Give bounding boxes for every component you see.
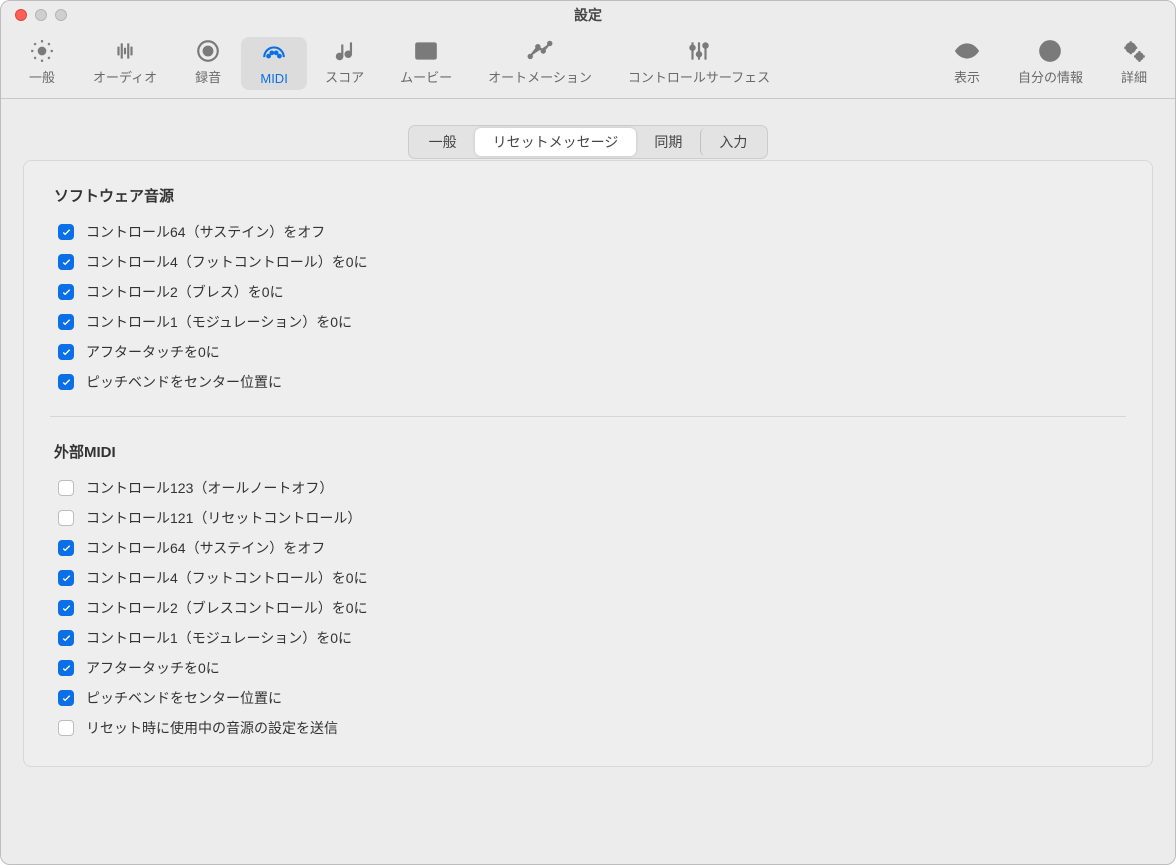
checkbox-label: コントロール2（ブレスコントロール）を0に xyxy=(86,598,368,618)
seg-sync[interactable]: 同期 xyxy=(636,128,700,156)
tab-midi[interactable]: MIDI xyxy=(241,37,307,90)
eye-icon xyxy=(952,39,982,63)
checkbox-label: アフタータッチを0に xyxy=(86,658,220,678)
tab-advanced[interactable]: 詳細 xyxy=(1101,33,1167,90)
check-row: アフタータッチを0に xyxy=(58,342,1122,362)
check-row: コントロール64（サステイン）をオフ xyxy=(58,538,1122,558)
tab-label: 自分の情報 xyxy=(1018,67,1083,86)
external-midi-list: コントロール123（オールノートオフ） コントロール121（リセットコントロール）… xyxy=(54,478,1122,738)
checkbox-label: コントロール123（オールノートオフ） xyxy=(86,478,333,498)
seg-input[interactable]: 入力 xyxy=(700,128,765,156)
waveform-icon xyxy=(110,39,140,63)
check-row: コントロール1（モジュレーション）を0に xyxy=(58,628,1122,648)
gear-icon xyxy=(27,39,57,63)
check-row: コントロール2（ブレス）を0に xyxy=(58,282,1122,302)
traffic-lights xyxy=(15,9,67,21)
record-icon xyxy=(193,39,223,63)
check-row: コントロール4（フットコントロール）を0に xyxy=(58,568,1122,588)
checkbox[interactable] xyxy=(58,720,74,736)
seg-reset-messages[interactable]: リセットメッセージ xyxy=(475,128,637,156)
toolbar: 一般 オーディオ 録音 MIDI スコア xyxy=(1,29,1175,99)
checkbox[interactable] xyxy=(58,540,74,556)
checkbox-label: コントロール4（フットコントロール）を0に xyxy=(86,252,368,272)
user-circle-icon xyxy=(1035,39,1065,63)
tab-label: MIDI xyxy=(260,71,287,86)
seg-general[interactable]: 一般 xyxy=(411,128,475,156)
checkbox[interactable] xyxy=(58,690,74,706)
tab-automation[interactable]: オートメーション xyxy=(470,33,610,90)
tab-label: 表示 xyxy=(954,67,980,86)
tab-general[interactable]: 一般 xyxy=(9,33,75,90)
check-row: コントロール123（オールノートオフ） xyxy=(58,478,1122,498)
tab-score[interactable]: スコア xyxy=(307,33,382,90)
titlebar: 設定 xyxy=(1,1,1175,29)
window-title: 設定 xyxy=(1,5,1175,25)
tab-label: スコア xyxy=(325,67,364,86)
zoom-button[interactable] xyxy=(55,9,67,21)
check-row: コントロール4（フットコントロール）を0に xyxy=(58,252,1122,272)
tab-my-info[interactable]: 自分の情報 xyxy=(1000,33,1101,90)
automation-icon xyxy=(525,39,555,63)
settings-panel: ソフトウェア音源 コントロール64（サステイン）をオフコントロール4（フットコン… xyxy=(23,160,1153,767)
tab-control-surfaces[interactable]: コントロールサーフェス xyxy=(610,33,788,90)
tab-recording[interactable]: 録音 xyxy=(175,33,241,90)
software-instruments-list: コントロール64（サステイン）をオフコントロール4（フットコントロール）を0にコ… xyxy=(54,222,1122,392)
minimize-button[interactable] xyxy=(35,9,47,21)
gears-icon xyxy=(1119,39,1149,63)
checkbox-label: コントロール121（リセットコントロール） xyxy=(86,508,361,528)
tab-label: オーディオ xyxy=(93,67,157,86)
checkbox-label: コントロール1（モジュレーション）を0に xyxy=(86,628,352,648)
tab-label: オートメーション xyxy=(488,67,592,86)
midi-icon xyxy=(259,43,289,67)
checkbox-label: コントロール64（サステイン）をオフ xyxy=(86,222,325,242)
check-row: ピッチベンドをセンター位置に xyxy=(58,372,1122,392)
checkbox-label: コントロール2（ブレス）を0に xyxy=(86,282,284,302)
checkbox[interactable] xyxy=(58,480,74,496)
close-button[interactable] xyxy=(15,9,27,21)
check-row: リセット時に使用中の音源の設定を送信 xyxy=(58,718,1122,738)
checkbox[interactable] xyxy=(58,600,74,616)
tab-label: 一般 xyxy=(29,67,55,86)
checkbox-label: リセット時に使用中の音源の設定を送信 xyxy=(86,718,338,738)
checkbox-label: コントロール64（サステイン）をオフ xyxy=(86,538,325,558)
checkbox-label: コントロール1（モジュレーション）を0に xyxy=(86,312,352,332)
tab-label: 録音 xyxy=(195,67,221,86)
check-row: コントロール121（リセットコントロール） xyxy=(58,508,1122,528)
checkbox-label: ピッチベンドをセンター位置に xyxy=(86,372,282,392)
checkbox[interactable] xyxy=(58,344,74,360)
checkbox[interactable] xyxy=(58,254,74,270)
tab-movie[interactable]: ムービー xyxy=(382,33,470,90)
content-area: 一般 リセットメッセージ 同期 入力 ソフトウェア音源 コントロール64（サステ… xyxy=(1,99,1175,864)
tab-audio[interactable]: オーディオ xyxy=(75,33,175,90)
checkbox-label: アフタータッチを0に xyxy=(86,342,220,362)
checkbox[interactable] xyxy=(58,630,74,646)
notes-icon xyxy=(330,39,360,63)
check-row: ピッチベンドをセンター位置に xyxy=(58,688,1122,708)
check-row: アフタータッチを0に xyxy=(58,658,1122,678)
checkbox[interactable] xyxy=(58,374,74,390)
checkbox[interactable] xyxy=(58,284,74,300)
filmstrip-icon xyxy=(411,39,441,63)
tab-label: 詳細 xyxy=(1121,67,1147,86)
checkbox-label: ピッチベンドをセンター位置に xyxy=(86,688,282,708)
checkbox[interactable] xyxy=(58,570,74,586)
checkbox[interactable] xyxy=(58,510,74,526)
tab-display[interactable]: 表示 xyxy=(934,33,1000,90)
section-title-external-midi: 外部MIDI xyxy=(54,441,1122,462)
checkbox[interactable] xyxy=(58,224,74,240)
check-row: コントロール64（サステイン）をオフ xyxy=(58,222,1122,242)
sliders-icon xyxy=(684,39,714,63)
checkbox-label: コントロール4（フットコントロール）を0に xyxy=(86,568,368,588)
check-row: コントロール2（ブレスコントロール）を0に xyxy=(58,598,1122,618)
separator xyxy=(50,416,1126,417)
checkbox[interactable] xyxy=(58,660,74,676)
section-title-software-instruments: ソフトウェア音源 xyxy=(54,185,1122,206)
tab-label: ムービー xyxy=(400,67,452,86)
preferences-window: 設定 一般 オーディオ 録音 MIDI xyxy=(0,0,1176,865)
segmented-control: 一般 リセットメッセージ 同期 入力 xyxy=(408,125,769,159)
checkbox[interactable] xyxy=(58,314,74,330)
check-row: コントロール1（モジュレーション）を0に xyxy=(58,312,1122,332)
tab-label: コントロールサーフェス xyxy=(628,67,770,86)
